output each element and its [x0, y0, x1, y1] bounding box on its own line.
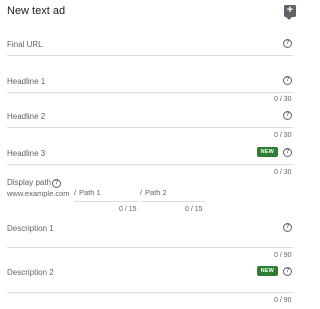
new-badge: NEW	[256, 147, 278, 157]
description2-counter: 0 / 90	[274, 297, 292, 304]
path2-placeholder: Path 2	[145, 188, 167, 197]
path1-placeholder: Path 1	[79, 188, 101, 197]
help-icon[interactable]: ?	[283, 148, 292, 157]
page-title: New text ad	[7, 5, 66, 17]
path1-field[interactable]: / Path 1	[74, 188, 138, 202]
display-path-label: Display path	[7, 178, 52, 187]
headline3-label: Headline 3	[7, 149, 46, 158]
path2-counter: 0 / 15	[185, 206, 203, 213]
help-icon[interactable]: ?	[52, 179, 61, 188]
headline3-counter: 0 / 30	[274, 169, 292, 176]
help-icon[interactable]: ?	[283, 76, 292, 85]
headline1-label: Headline 1	[7, 77, 46, 86]
headline2-field[interactable]: Headline 2 ?	[7, 110, 293, 128]
path1-separator: /	[74, 188, 77, 197]
path2-field[interactable]: / Path 2	[140, 188, 204, 202]
description2-label: Description 2	[7, 268, 54, 277]
new-badge: NEW	[256, 266, 278, 276]
help-icon[interactable]: ?	[283, 39, 292, 48]
path2-separator: /	[140, 188, 143, 197]
comment-add-icon[interactable]: +	[284, 4, 296, 20]
help-icon[interactable]: ?	[283, 267, 292, 276]
headline2-label: Headline 2	[7, 112, 46, 121]
display-path-domain: www.example.com	[7, 189, 70, 198]
final-url-label: Final URL	[7, 40, 43, 49]
description1-label: Description 1	[7, 224, 54, 233]
description1-counter: 0 / 90	[274, 252, 292, 259]
description2-field[interactable]: Description 2 NEW ?	[7, 266, 293, 293]
help-icon[interactable]: ?	[283, 223, 292, 232]
headline3-field[interactable]: Headline 3 NEW ?	[7, 147, 293, 165]
headline1-counter: 0 / 30	[274, 96, 292, 103]
headline1-field[interactable]: Headline 1 ?	[7, 75, 293, 93]
description1-field[interactable]: Description 1 ?	[7, 222, 293, 248]
help-icon[interactable]: ?	[283, 111, 292, 120]
final-url-field[interactable]: Final URL ?	[7, 38, 293, 56]
headline2-counter: 0 / 30	[274, 132, 292, 139]
path1-counter: 0 / 15	[119, 206, 137, 213]
